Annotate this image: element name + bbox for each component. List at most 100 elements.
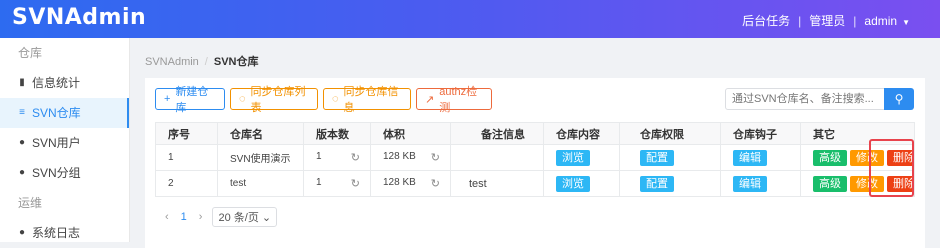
top-header: SVNAdmin 后台任务 | 管理员 | admin ▼ — [0, 0, 940, 38]
sidebar-group-repo: 仓库 — [18, 46, 43, 60]
loading-icon: ◌ — [332, 93, 339, 105]
header-separator: | — [853, 13, 857, 28]
advanced-button[interactable]: 高级 — [813, 149, 847, 166]
column-header-content: 仓库内容 — [543, 122, 620, 145]
pagination: ‹ 1 › 20 条/页 ⌄ — [165, 207, 278, 227]
search-icon: ⚲ — [894, 92, 904, 106]
chevron-down-icon: ⌄ — [261, 212, 272, 224]
breadcrumb-separator: / — [204, 56, 208, 68]
table-row: 2 test 1 ↻ 128 KB ↻ test 浏览 配置 编辑 高级 修改 删除 — [155, 170, 915, 197]
page-number[interactable]: 1 — [181, 211, 187, 223]
admin-role-link[interactable]: 管理员 — [809, 12, 845, 29]
sidebar-item-svn-users[interactable]: ● SVN用户 — [0, 128, 129, 158]
column-header-permissions: 仓库权限 — [619, 122, 721, 145]
refresh-icon[interactable]: ↻ — [431, 177, 440, 190]
sidebar-group-ops: 运维 — [18, 196, 43, 210]
configure-button[interactable]: 配置 — [640, 175, 674, 192]
column-header-revisions[interactable]: 版本数 — [303, 122, 371, 145]
loading-icon: ◌ — [239, 93, 246, 105]
repo-table: 序号 仓库名 版本数 体积 备注信息 仓库内容 仓库权限 仓库钩子 其它 1 S… — [155, 122, 915, 197]
plus-icon: + — [164, 93, 171, 105]
sidebar-item-label: SVN仓库 — [32, 106, 81, 120]
database-icon: ≡ — [19, 107, 25, 118]
sidebar-item-stats[interactable]: ▮ 信息统计 — [0, 68, 129, 98]
search-button[interactable]: ⚲ — [884, 88, 914, 110]
background-tasks-link[interactable]: 后台任务 — [742, 12, 790, 29]
log-icon: ● — [18, 227, 26, 238]
sidebar: 仓库 ▮ 信息统计 ≡ SVN仓库 ● SVN用户 ● SVN分组 运维 ● 系… — [0, 38, 130, 242]
search-input[interactable] — [725, 88, 885, 110]
permission-cell: 配置 — [619, 170, 721, 197]
sidebar-item-label: 信息统计 — [32, 76, 81, 90]
hook-cell: 编辑 — [720, 170, 801, 197]
repo-size: 128 KB — [383, 177, 416, 188]
refresh-icon[interactable]: ↻ — [351, 177, 360, 190]
repo-name: test — [217, 170, 304, 197]
table-row: 1 SVN使用演示 1 ↻ 128 KB ↻ 浏览 配置 编辑 高级 修改 删除 — [155, 144, 915, 171]
row-no: 2 — [155, 170, 218, 197]
bar-chart-icon: ▮ — [19, 77, 25, 88]
revision-count: 1 — [316, 151, 322, 162]
column-header-size[interactable]: 体积 — [370, 122, 451, 145]
wrench-icon: ↗ — [425, 93, 435, 106]
username: admin — [864, 13, 898, 28]
users-icon: ● — [18, 167, 26, 178]
sidebar-item-svn-groups[interactable]: ● SVN分组 — [0, 158, 129, 188]
user-icon: ● — [18, 137, 26, 148]
size-cell: 128 KB ↻ — [370, 144, 451, 171]
new-repo-button[interactable]: + 新建仓库 — [155, 86, 225, 114]
column-header-note: 备注信息 — [450, 122, 544, 145]
column-header-name[interactable]: 仓库名 — [217, 122, 304, 145]
browse-button[interactable]: 浏览 — [556, 175, 590, 192]
authz-check-button[interactable]: ↗ authz检测 — [416, 86, 492, 114]
button-label: 新建仓库 — [175, 86, 209, 114]
button-label: 同步仓库信息 — [343, 86, 399, 114]
column-header-no: 序号 — [155, 122, 218, 145]
sync-repo-info-button[interactable]: ◌ 同步仓库信息 — [323, 86, 411, 114]
revision-cell: 1 ↻ — [303, 144, 371, 171]
breadcrumb: SVNAdmin / SVN仓库 — [145, 53, 258, 69]
edit-hooks-button[interactable]: 编辑 — [733, 149, 767, 166]
highlight-box — [869, 139, 914, 197]
repo-name: SVN使用演示 — [217, 144, 304, 171]
content-cell: 浏览 — [543, 170, 620, 197]
sidebar-item-logs[interactable]: ● 系统日志 — [0, 218, 129, 248]
sidebar-item-label: SVN分组 — [32, 166, 81, 180]
next-page-icon[interactable]: › — [199, 211, 203, 223]
sidebar-item-label: SVN用户 — [32, 136, 81, 150]
user-menu[interactable]: admin ▼ — [864, 14, 910, 28]
refresh-icon[interactable]: ↻ — [351, 151, 360, 164]
prev-page-icon[interactable]: ‹ — [165, 211, 169, 223]
advanced-button[interactable]: 高级 — [813, 175, 847, 192]
revision-cell: 1 ↻ — [303, 170, 371, 197]
button-label: authz检测 — [439, 86, 478, 114]
edit-hooks-button[interactable]: 编辑 — [733, 175, 767, 192]
size-cell: 128 KB ↻ — [370, 170, 451, 197]
repo-card: + 新建仓库 ◌ 同步仓库列表 ◌ 同步仓库信息 ↗ authz检测 ⚲ 序号 仓库名 … — [145, 78, 925, 248]
sidebar-item-svn-repos[interactable]: ≡ SVN仓库 — [0, 98, 129, 128]
revision-count: 1 — [316, 177, 322, 188]
hook-cell: 编辑 — [720, 144, 801, 171]
button-label: 同步仓库列表 — [250, 86, 306, 114]
header-menu: 后台任务 | 管理员 | admin ▼ — [742, 12, 910, 29]
refresh-icon[interactable]: ↻ — [431, 151, 440, 164]
sync-repo-list-button[interactable]: ◌ 同步仓库列表 — [230, 86, 318, 114]
column-header-hooks: 仓库钩子 — [720, 122, 801, 145]
sidebar-item-label: 系统日志 — [32, 226, 81, 240]
header-separator: | — [798, 13, 802, 28]
app-logo[interactable]: SVNAdmin — [12, 5, 146, 30]
breadcrumb-root[interactable]: SVNAdmin — [145, 56, 199, 68]
breadcrumb-current: SVN仓库 — [213, 56, 259, 68]
content-cell: 浏览 — [543, 144, 620, 171]
page-size-select[interactable]: 20 条/页 ⌄ — [212, 207, 278, 227]
repo-note[interactable]: test — [450, 170, 544, 197]
page-size-value: 20 条/页 — [218, 212, 259, 224]
permission-cell: 配置 — [619, 144, 721, 171]
configure-button[interactable]: 配置 — [640, 149, 674, 166]
repo-note[interactable] — [450, 144, 544, 171]
table-header-row: 序号 仓库名 版本数 体积 备注信息 仓库内容 仓库权限 仓库钩子 其它 — [155, 122, 915, 145]
repo-size: 128 KB — [383, 151, 416, 162]
row-no: 1 — [155, 144, 218, 171]
caret-down-icon: ▼ — [902, 17, 910, 27]
browse-button[interactable]: 浏览 — [556, 149, 590, 166]
